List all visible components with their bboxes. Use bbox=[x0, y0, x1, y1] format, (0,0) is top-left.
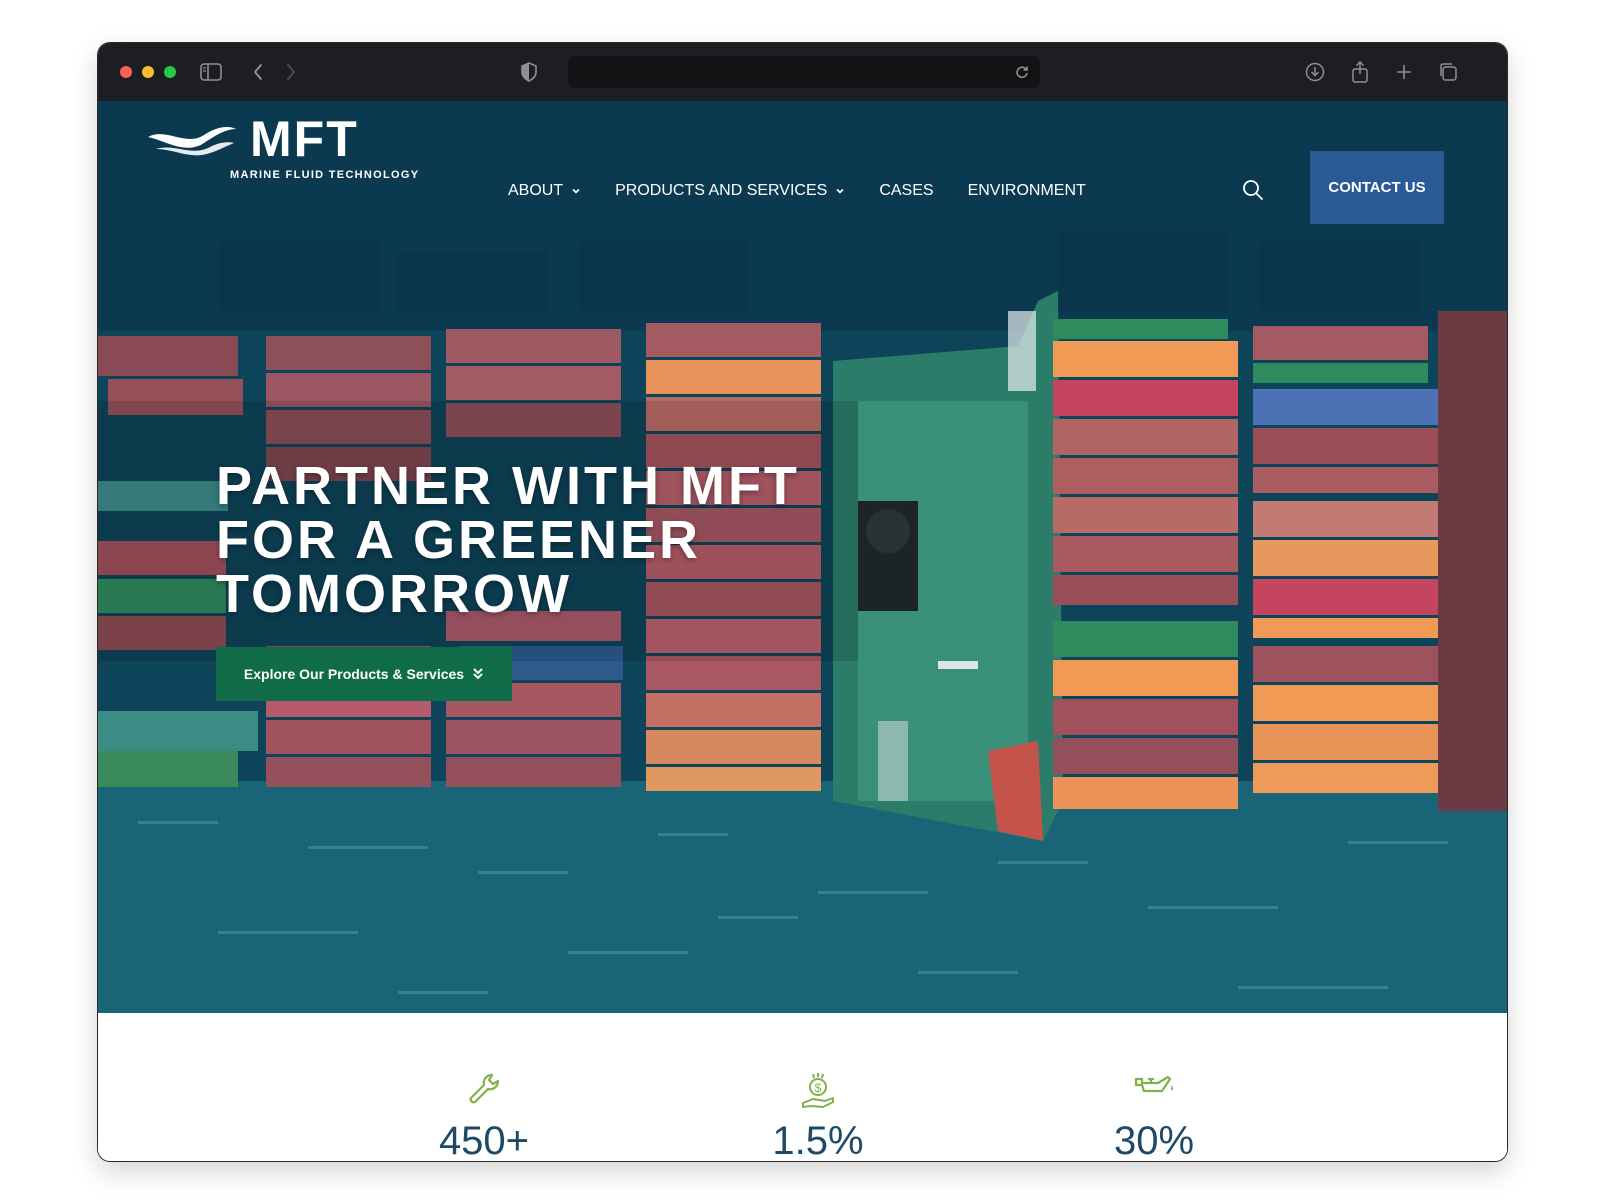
nav-item-label: PRODUCTS AND SERVICES bbox=[615, 182, 828, 199]
back-icon[interactable] bbox=[245, 59, 271, 85]
nav-item-label: ENVIRONMENT bbox=[967, 182, 1086, 199]
downloads-icon[interactable] bbox=[1302, 59, 1328, 85]
oil-can-icon bbox=[1084, 1071, 1224, 1111]
nav-item-environment[interactable]: ENVIRONMENT bbox=[968, 182, 1086, 200]
main-nav: ABOUT PRODUCTS AND SERVICES CASES ENVIRO… bbox=[508, 182, 1120, 200]
share-icon[interactable] bbox=[1347, 59, 1373, 85]
chevron-down-icon bbox=[835, 186, 845, 196]
sidebar-toggle-icon[interactable] bbox=[198, 59, 224, 85]
nav-item-cases[interactable]: CASES bbox=[879, 182, 933, 200]
zoom-window-button[interactable] bbox=[164, 66, 176, 78]
minimize-window-button[interactable] bbox=[142, 66, 154, 78]
browser-window: MFT MARINE FLUID TECHNOLOGY ABOUT PRODUC… bbox=[98, 43, 1507, 1161]
wrench-icon bbox=[414, 1071, 554, 1111]
stat-value: 30% bbox=[1113, 1119, 1195, 1161]
contact-us-button[interactable]: CONTACT US bbox=[1310, 151, 1444, 224]
stat-item: $ 1.5% bbox=[748, 1013, 888, 1161]
nav-item-label: ABOUT bbox=[508, 182, 564, 199]
reload-icon[interactable] bbox=[1010, 60, 1034, 84]
stat-item: 450+ bbox=[414, 1013, 554, 1161]
logo-waves-icon bbox=[148, 127, 236, 156]
new-tab-icon[interactable] bbox=[1391, 59, 1417, 85]
hero-section: MFT MARINE FLUID TECHNOLOGY ABOUT PRODUC… bbox=[98, 101, 1507, 1013]
browser-toolbar bbox=[98, 43, 1507, 101]
site-header: MFT MARINE FLUID TECHNOLOGY ABOUT PRODUC… bbox=[98, 101, 1507, 224]
nav-item-products-and-services[interactable]: PRODUCTS AND SERVICES bbox=[615, 182, 845, 200]
money-hand-icon: $ bbox=[748, 1071, 888, 1111]
cta-label: Explore Our Products & Services bbox=[243, 666, 465, 682]
chevron-down-icon bbox=[571, 186, 581, 196]
search-button[interactable] bbox=[1238, 175, 1268, 205]
forward-icon[interactable] bbox=[278, 59, 304, 85]
stat-value: 450+ bbox=[438, 1119, 530, 1161]
search-icon bbox=[1243, 180, 1263, 200]
nav-item-about[interactable]: ABOUT bbox=[508, 182, 581, 200]
address-bar[interactable] bbox=[568, 56, 1040, 88]
stats-section: 450+ $ 1.5% 30% bbox=[98, 1013, 1507, 1161]
svg-text:$: $ bbox=[815, 1081, 822, 1095]
tab-overview-icon[interactable] bbox=[1435, 59, 1461, 85]
privacy-shield-icon[interactable] bbox=[516, 59, 542, 85]
logo-wordmark: MFT bbox=[250, 111, 359, 167]
site-logo[interactable]: MFT MARINE FLUID TECHNOLOGY bbox=[146, 111, 418, 181]
nav-item-label: CASES bbox=[879, 182, 934, 199]
close-window-button[interactable] bbox=[120, 66, 132, 78]
logo-tagline: MARINE FLUID TECHNOLOGY bbox=[230, 169, 420, 181]
stat-item: 30% bbox=[1084, 1013, 1224, 1161]
double-chevron-down-icon bbox=[472, 667, 484, 681]
hero-title: PARTNER WITH MFT FOR A GREENER TOMORROW bbox=[216, 456, 800, 624]
stat-value: 1.5% bbox=[772, 1119, 864, 1161]
explore-products-button[interactable]: Explore Our Products & Services bbox=[216, 647, 512, 701]
